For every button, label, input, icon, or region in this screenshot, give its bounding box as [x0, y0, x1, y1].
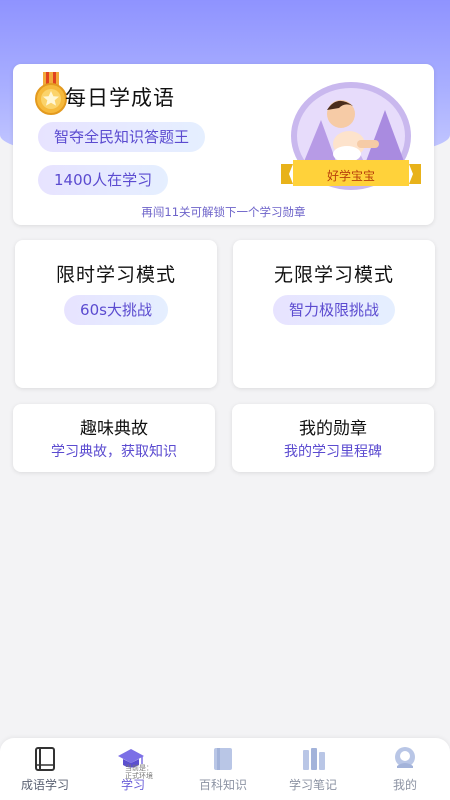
tab-idiom-learning[interactable]: 成语学习	[0, 738, 90, 800]
timed-mode-title: 限时学习模式	[55, 264, 176, 286]
unlock-hint: 再闯11关可解锁下一个学习勋章	[141, 205, 306, 219]
tab-label: 百科知识	[198, 778, 247, 792]
tab-study-notes[interactable]: 学习笔记	[268, 738, 358, 800]
notes-icon	[303, 748, 325, 770]
unlimited-mode-title: 无限学习模式	[273, 264, 394, 286]
allusion-stories-card[interactable]: 趣味典故 学习典故，获取知识	[13, 404, 215, 472]
learners-count-pill: 1400人在学习	[38, 165, 169, 195]
my-medals-card[interactable]: 我的勋章 我的学习里程碑	[232, 404, 434, 472]
profile-icon	[395, 747, 415, 768]
tab-encyclopedia[interactable]: 百科知识	[178, 738, 268, 800]
bottom-tab-bar: 成语学习 当前是： 正式环境 学习 百科知识 学习笔记 我的	[0, 738, 450, 800]
unlimited-mode-tag: 智力极限挑战	[272, 295, 396, 325]
tab-label: 我的	[392, 778, 417, 792]
encyclopedia-icon	[214, 748, 232, 770]
tab-label: 学习	[120, 778, 145, 792]
tab-me[interactable]: 我的	[360, 738, 450, 800]
unlimited-mode-card[interactable]: 无限学习模式 智力极限挑战	[233, 240, 435, 388]
quiz-king-pill[interactable]: 智夺全民知识答题王	[38, 122, 206, 152]
tab-label: 学习笔记	[288, 778, 337, 792]
baby-badge-illustration: 好学宝宝	[281, 80, 421, 198]
tab-label: 成语学习	[20, 778, 69, 792]
allusion-stories-subtitle: 学习典故，获取知识	[51, 444, 177, 460]
timed-mode-tag: 60s大挑战	[64, 295, 168, 325]
daily-idiom-card[interactable]: 每日学成语 智夺全民知识答题王 1400人在学习 好学宝宝 再闯11关可解锁下一…	[13, 64, 434, 225]
my-medals-subtitle: 我的学习里程碑	[284, 444, 382, 460]
allusion-stories-title: 趣味典故	[80, 419, 148, 439]
tab-learning[interactable]: 当前是： 正式环境 学习	[88, 738, 178, 800]
book-icon	[35, 747, 55, 771]
badge-label: 好学宝宝	[326, 169, 375, 183]
page-title: 每日学成语	[65, 86, 175, 110]
my-medals-title: 我的勋章	[299, 419, 367, 439]
timed-mode-card[interactable]: 限时学习模式 60s大挑战	[15, 240, 217, 388]
